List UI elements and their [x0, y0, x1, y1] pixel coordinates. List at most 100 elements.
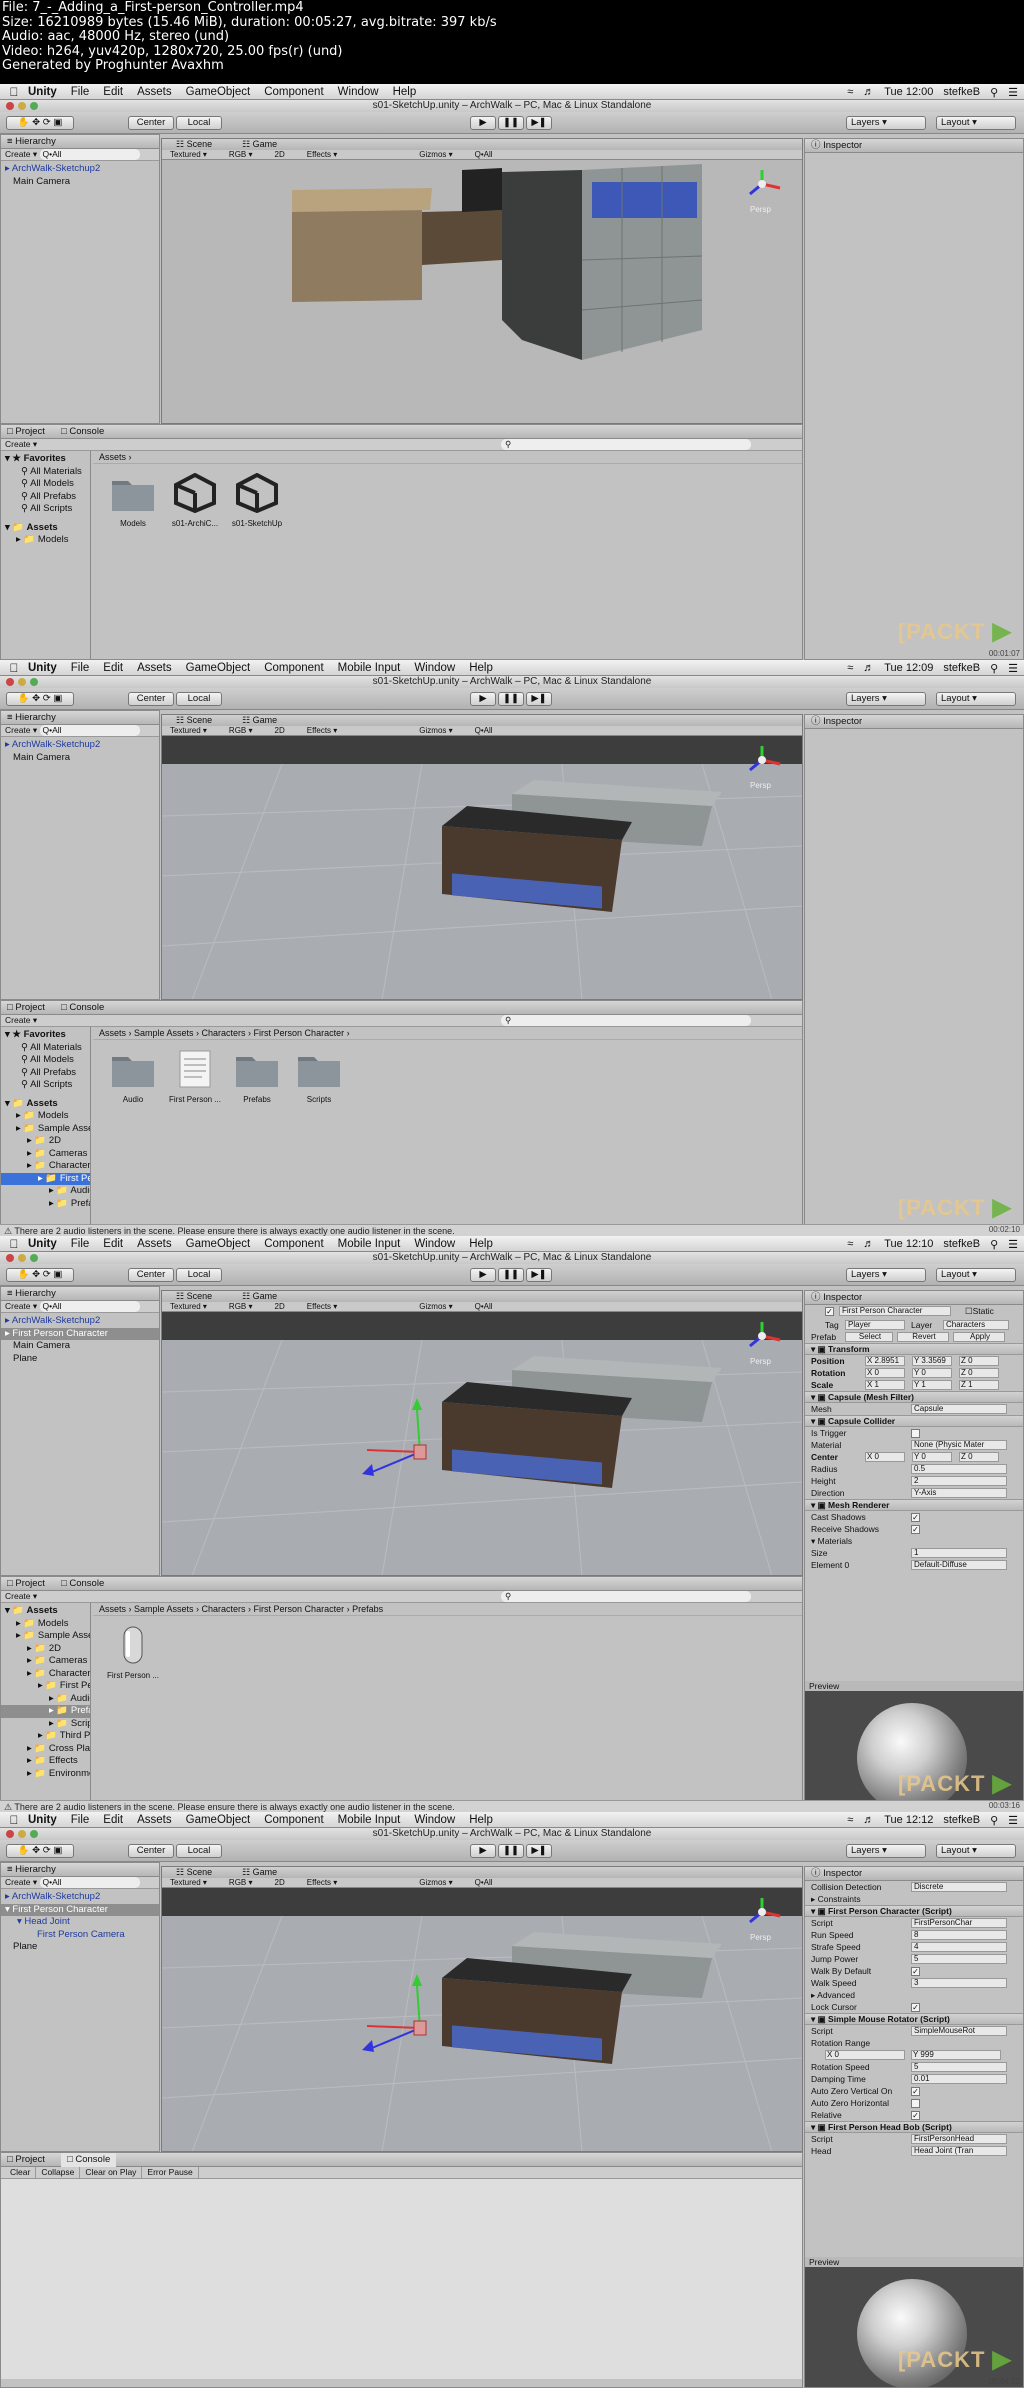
- tab-game[interactable]: ☷ Game: [242, 1291, 277, 1301]
- search-input[interactable]: Q•All: [39, 725, 140, 736]
- rgb-dropdown[interactable]: RGB ▾: [229, 1878, 253, 1887]
- component-header[interactable]: ▾ ▣ Transform: [805, 1343, 1023, 1355]
- move-gizmo[interactable]: [413, 1444, 427, 1460]
- vector-component[interactable]: Z 1: [959, 1380, 999, 1390]
- rgb-dropdown[interactable]: RGB ▾: [229, 1302, 253, 1311]
- apple-icon[interactable]: : [0, 85, 28, 99]
- user-name[interactable]: stefkeB: [943, 1238, 980, 1250]
- menu-item[interactable]: File: [71, 1238, 90, 1250]
- search-input[interactable]: Q•All: [39, 1301, 140, 1312]
- wifi-icon[interactable]: ≈: [847, 662, 853, 674]
- hierarchy-item[interactable]: ▾ Head Joint: [1, 1916, 159, 1929]
- asset-item[interactable]: First Person ...: [101, 1625, 165, 1680]
- project-folder-item[interactable]: ▸ 📁 Audio: [1, 1693, 90, 1706]
- breadcrumb[interactable]: Assets › Sample Assets › Characters › Fi…: [93, 1027, 802, 1040]
- favorites-item[interactable]: ⚲ All Scripts: [1, 1079, 90, 1092]
- gizmos-dropdown[interactable]: Gizmos ▾: [419, 1878, 452, 1887]
- 2d-toggle[interactable]: 2D: [275, 150, 285, 159]
- volume-icon[interactable]: ♬: [863, 1814, 874, 1826]
- tab-hierarchy[interactable]: ≡ Hierarchy: [1, 1287, 159, 1301]
- minimize-window-icon[interactable]: [18, 1254, 26, 1262]
- spotlight-icon[interactable]: ⚲: [990, 1238, 998, 1251]
- menu-item[interactable]: GameObject: [186, 662, 251, 674]
- menu-item[interactable]: Component: [264, 1814, 323, 1826]
- project-folder-item[interactable]: ▸ 📁 Prefabs: [1, 1198, 90, 1211]
- pivot-center-button[interactable]: Center: [128, 116, 174, 130]
- field-value[interactable]: 2: [911, 1476, 1007, 1486]
- step-button[interactable]: ▶❚: [526, 1268, 552, 1282]
- breadcrumb[interactable]: Assets ›: [93, 451, 802, 464]
- project-folder-item[interactable]: ▸ 📁 Models: [1, 1110, 90, 1123]
- menu-item[interactable]: Window: [414, 1814, 455, 1826]
- clock[interactable]: Tue 12:12: [884, 1814, 933, 1826]
- project-folder-item[interactable]: ▸ 📁 Cameras: [1, 1655, 90, 1668]
- minimize-window-icon[interactable]: [18, 678, 26, 686]
- spotlight-icon[interactable]: ⚲: [990, 86, 998, 99]
- clock[interactable]: Tue 12:09: [884, 662, 933, 674]
- component-header[interactable]: ▾ ▣ Simple Mouse Rotator (Script): [805, 2013, 1023, 2025]
- render-mode-dropdown[interactable]: Textured ▾: [170, 1302, 207, 1311]
- menu-item[interactable]: File: [71, 1814, 90, 1826]
- tab-console[interactable]: □ Console: [61, 1001, 104, 1015]
- tab-console[interactable]: □ Console: [61, 1577, 104, 1591]
- vector-component[interactable]: X 1: [865, 1380, 905, 1390]
- project-folder-item[interactable]: ▸ 📁 Scripts: [1, 1718, 90, 1731]
- list-icon[interactable]: ☰: [1008, 86, 1018, 99]
- minimize-window-icon[interactable]: [18, 1830, 26, 1838]
- favorites-item[interactable]: ⚲ All Scripts: [1, 503, 90, 516]
- hierarchy-item[interactable]: ▾ First Person Character: [1, 1903, 159, 1916]
- pivot-local-button[interactable]: Local: [176, 692, 222, 706]
- 2d-toggle[interactable]: 2D: [275, 726, 285, 735]
- 2d-toggle[interactable]: 2D: [275, 1302, 285, 1311]
- render-mode-dropdown[interactable]: Textured ▾: [170, 726, 207, 735]
- menu-item[interactable]: GameObject: [186, 86, 251, 98]
- static-checkbox[interactable]: ☐Static: [965, 1305, 994, 1317]
- component-header[interactable]: ▾ ▣ First Person Character (Script): [805, 1905, 1023, 1917]
- scene-search[interactable]: Q•All: [475, 1878, 493, 1887]
- field-value[interactable]: SimpleMouseRot: [911, 2026, 1007, 2036]
- tab-project[interactable]: □ Project: [7, 426, 45, 437]
- zoom-window-icon[interactable]: [30, 102, 38, 110]
- layout-dropdown[interactable]: Layout ▾: [936, 116, 1016, 130]
- field-value[interactable]: Capsule: [911, 1404, 1007, 1414]
- favorites-item[interactable]: ⚲ All Models: [1, 478, 90, 491]
- pivot-local-button[interactable]: Local: [176, 1844, 222, 1858]
- gizmos-dropdown[interactable]: Gizmos ▾: [419, 150, 452, 159]
- component-header[interactable]: ▾ ▣ Mesh Renderer: [805, 1499, 1023, 1511]
- project-folder-item[interactable]: ▾ 📁 Assets: [1, 1098, 90, 1111]
- console-button[interactable]: Error Pause: [142, 2167, 199, 2178]
- asset-item[interactable]: s01-ArchiC...: [163, 472, 227, 528]
- field-value[interactable]: 5: [911, 1954, 1007, 1964]
- 2d-toggle[interactable]: 2D: [275, 1878, 285, 1887]
- asset-item[interactable]: Models: [101, 473, 165, 528]
- menu-item[interactable]: Edit: [103, 86, 123, 98]
- apple-icon[interactable]: : [0, 661, 28, 675]
- menu-unity[interactable]: Unity: [28, 86, 57, 98]
- hierarchy-item[interactable]: Plane: [1, 1941, 159, 1954]
- render-mode-dropdown[interactable]: Textured ▾: [170, 150, 207, 159]
- volume-icon[interactable]: ♬: [863, 1238, 874, 1250]
- hierarchy-item[interactable]: First Person Camera: [1, 1929, 159, 1942]
- project-search[interactable]: ⚲: [501, 439, 751, 450]
- pivot-local-button[interactable]: Local: [176, 116, 222, 130]
- menu-item[interactable]: Window: [414, 1238, 455, 1250]
- play-button[interactable]: ▶: [470, 1268, 496, 1282]
- pivot-center-button[interactable]: Center: [128, 1268, 174, 1282]
- tab-scene[interactable]: ☷ Scene: [176, 1291, 212, 1301]
- menu-item[interactable]: File: [71, 86, 90, 98]
- tab-inspector[interactable]: ⓘ Inspector: [805, 715, 1023, 729]
- hierarchy-item[interactable]: Main Camera: [1, 752, 159, 765]
- favorites-item[interactable]: ⚲ All Materials: [1, 1042, 90, 1055]
- project-folder-item[interactable]: ▸ 📁 2D: [1, 1135, 90, 1148]
- tab-inspector[interactable]: ⓘ Inspector: [805, 139, 1023, 153]
- close-window-icon[interactable]: [6, 678, 14, 686]
- step-button[interactable]: ▶❚: [526, 692, 552, 706]
- tab-scene[interactable]: ☷ Scene: [176, 1867, 212, 1877]
- rgb-dropdown[interactable]: RGB ▾: [229, 726, 253, 735]
- prefab-apply-button[interactable]: Apply: [953, 1332, 1005, 1342]
- transform-tools[interactable]: ✋ ✥ ⟳ ▣: [6, 692, 74, 706]
- menu-item[interactable]: Edit: [103, 1238, 123, 1250]
- list-icon[interactable]: ☰: [1008, 662, 1018, 675]
- project-folder-item[interactable]: ▾ 📁 Assets: [1, 522, 90, 535]
- list-icon[interactable]: ☰: [1008, 1814, 1018, 1827]
